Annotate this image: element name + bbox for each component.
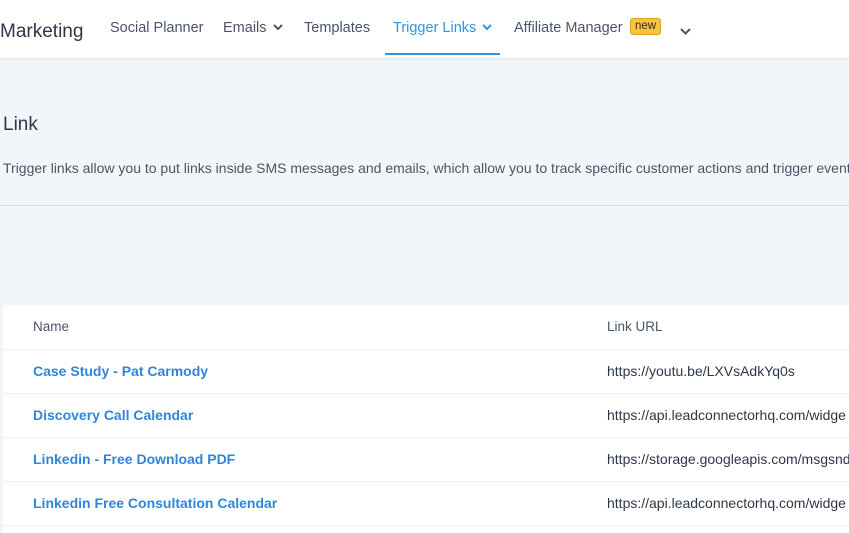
nav-templates-label: Templates bbox=[304, 20, 371, 36]
nav-emails[interactable]: Emails bbox=[223, 0, 283, 56]
page-header: Link Trigger links allow you to put link… bbox=[0, 59, 849, 206]
active-tab-underline bbox=[385, 53, 501, 55]
page-title: Link bbox=[3, 114, 38, 135]
link-name[interactable]: Discovery Call Calendar bbox=[33, 393, 193, 437]
column-header-link-url: Link URL bbox=[607, 319, 663, 334]
nav-social-planner[interactable]: Social Planner bbox=[110, 0, 204, 56]
chevron-down-icon bbox=[272, 23, 283, 30]
top-navigation-bar: Marketing Social Planner Emails Template… bbox=[0, 0, 849, 59]
table-row[interactable]: Discovery Call Calendar https://api.lead… bbox=[3, 393, 849, 438]
link-url: https://storage.googleapis.com/msgsnd bbox=[607, 451, 849, 467]
trigger-links-table: Name Link URL Case Study - Pat Carmody h… bbox=[3, 305, 849, 533]
chevron-down-icon[interactable] bbox=[680, 28, 691, 36]
table-row[interactable]: Case Study - Pat Carmody https://youtu.b… bbox=[3, 349, 849, 394]
new-badge: new bbox=[630, 18, 662, 35]
app-title: Marketing bbox=[0, 21, 84, 42]
nav-templates[interactable]: Templates bbox=[304, 0, 370, 56]
table-row[interactable]: Linkedin Free Consultation Calendar http… bbox=[3, 481, 849, 526]
table-header-row: Name Link URL bbox=[3, 305, 849, 350]
link-url: https://api.leadconnectorhq.com/widge bbox=[607, 407, 846, 423]
chevron-down-icon bbox=[482, 23, 492, 30]
nav-trigger-links[interactable]: Trigger Links bbox=[385, 0, 501, 56]
link-name[interactable]: Case Study - Pat Carmody bbox=[33, 349, 208, 393]
nav-emails-label: Emails bbox=[223, 20, 267, 36]
link-url: https://api.leadconnectorhq.com/widge bbox=[607, 495, 846, 511]
nav-affiliate-manager[interactable]: Affiliate Manager bbox=[514, 0, 623, 56]
table-row[interactable]: Linkedin - Free Download PDF https://sto… bbox=[3, 437, 849, 482]
column-header-name: Name bbox=[33, 319, 70, 334]
nav-trigger-links-label: Trigger Links bbox=[393, 20, 477, 36]
link-name[interactable]: Linkedin Free Consultation Calendar bbox=[33, 481, 277, 525]
link-url: https://youtu.be/LXVsAdkYq0s bbox=[607, 363, 795, 379]
page-description: Trigger links allow you to put links ins… bbox=[3, 160, 849, 176]
nav-social-planner-label: Social Planner bbox=[110, 20, 204, 36]
link-name[interactable]: Linkedin - Free Download PDF bbox=[33, 437, 235, 481]
nav-affiliate-manager-label: Affiliate Manager bbox=[514, 20, 623, 36]
